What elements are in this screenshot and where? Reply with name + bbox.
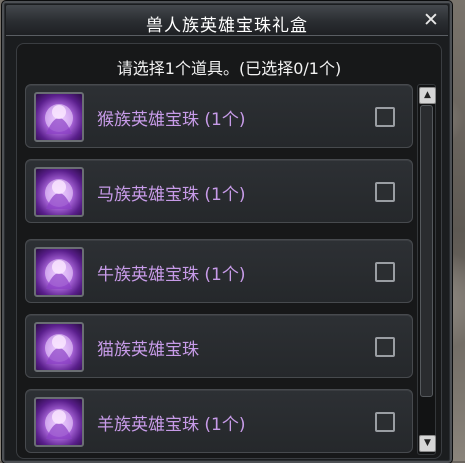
scrollbar-thumb[interactable] xyxy=(420,105,433,397)
item-name: 牛族英雄宝珠 (1个) xyxy=(97,265,246,285)
item-name: 羊族英雄宝珠 (1个) xyxy=(97,415,246,435)
dialog-titlebar: 兽人族英雄宝珠礼盒 ✕ xyxy=(6,5,448,36)
item-checkbox[interactable] xyxy=(375,262,395,282)
item-checkbox[interactable] xyxy=(375,182,395,202)
list-item[interactable]: 牛族英雄宝珠 (1个) xyxy=(25,239,413,303)
list-item[interactable]: 猴族英雄宝珠 (1个) xyxy=(25,84,413,148)
close-icon[interactable]: ✕ xyxy=(420,9,442,31)
item-name: 猴族英雄宝珠 (1个) xyxy=(97,110,246,130)
hero-orb-icon xyxy=(34,322,84,372)
hero-orb-icon xyxy=(34,92,84,142)
dialog-title: 兽人族英雄宝珠礼盒 xyxy=(146,16,308,36)
list-item[interactable]: 猫族英雄宝珠 xyxy=(25,314,413,378)
hero-orb-icon xyxy=(34,167,84,217)
selection-panel: 请选择1个道具。(已选择0/1个) 猴族英雄宝珠 (1个) 马族英雄宝珠 (1个… xyxy=(16,43,442,459)
list-item[interactable]: 马族英雄宝珠 (1个) xyxy=(25,159,413,223)
item-checkbox[interactable] xyxy=(375,337,395,357)
gift-box-dialog: 兽人族英雄宝珠礼盒 ✕ 请选择1个道具。(已选择0/1个) 猴族英雄宝珠 (1个… xyxy=(2,1,452,463)
selection-prompt: 请选择1个道具。(已选择0/1个) xyxy=(116,59,342,78)
item-checkbox[interactable] xyxy=(375,107,395,127)
item-name: 猫族英雄宝珠 xyxy=(97,340,199,360)
item-name: 马族英雄宝珠 (1个) xyxy=(97,185,246,205)
item-checkbox[interactable] xyxy=(375,412,395,432)
scroll-up-icon[interactable]: ▲ xyxy=(419,87,436,104)
hero-orb-icon xyxy=(34,247,84,297)
list-item[interactable]: 羊族英雄宝珠 (1个) xyxy=(25,389,413,453)
hero-orb-icon xyxy=(34,397,84,447)
scroll-down-icon[interactable]: ▼ xyxy=(419,435,436,452)
scrollbar[interactable]: ▲ ▼ xyxy=(417,84,436,455)
